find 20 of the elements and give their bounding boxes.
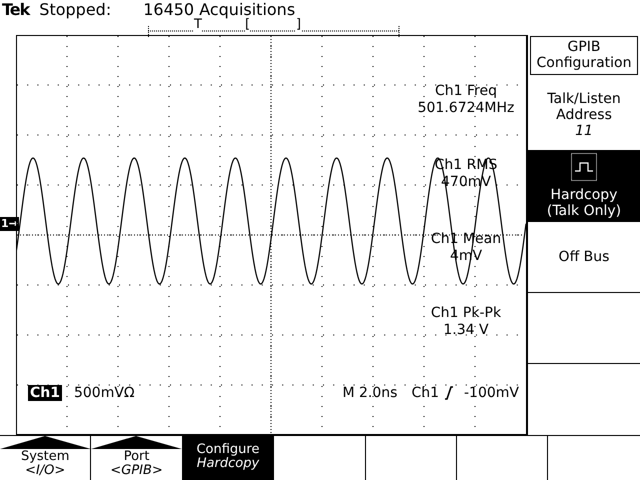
- window-end-bracket: ]: [296, 18, 302, 32]
- menu-button[interactable]: System <I/O>: [0, 436, 92, 480]
- trigger-source: Ch1: [411, 385, 439, 401]
- menu-option[interactable]: Off Bus: [528, 222, 640, 294]
- measurement-readout: Ch1 Freq 501.6724MHz: [418, 83, 514, 117]
- trigger-level: -100mV: [464, 385, 519, 401]
- timebase-readout: M 2.0ns: [342, 385, 398, 401]
- vertical-scale: 500mVΩ: [74, 385, 135, 401]
- measurement-readout: Ch1 Pk-Pk 1.34 V: [430, 305, 502, 339]
- channel-label: Ch1: [28, 385, 62, 401]
- window-start-bracket: [: [245, 18, 250, 32]
- acquisition-count: 16450 Acquisitions: [143, 0, 296, 19]
- menu-button[interactable]: Configure Hardcopy: [182, 436, 274, 480]
- menu-option[interactable]: Hardcopy (Talk Only): [528, 151, 640, 222]
- trigger-marker: T: [194, 18, 202, 32]
- brand-logo: Tek: [2, 0, 30, 20]
- menu-title: GPIB Configuration: [530, 36, 638, 76]
- rising-edge-icon: [444, 386, 454, 400]
- menu-button[interactable]: Port <GPIB>: [91, 436, 183, 480]
- status-text: Stopped:: [39, 0, 112, 20]
